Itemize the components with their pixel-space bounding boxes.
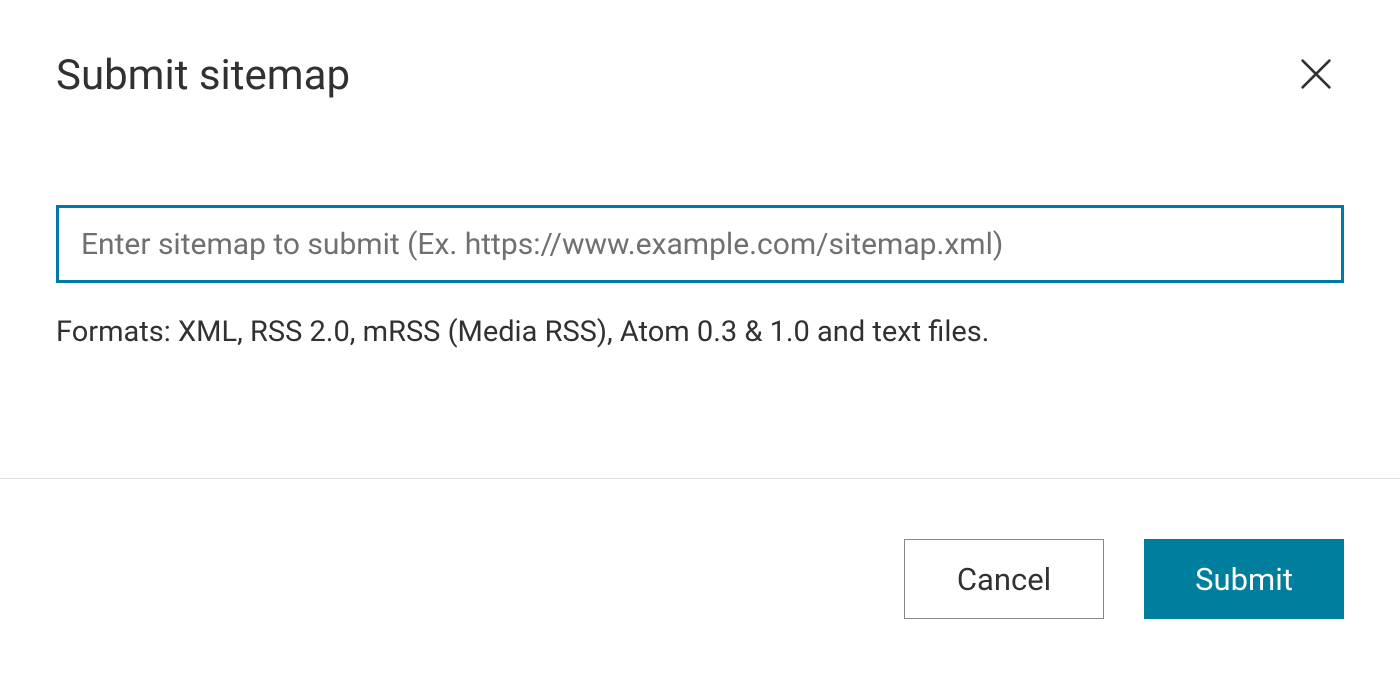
dialog-header: Submit sitemap bbox=[0, 0, 1400, 105]
formats-help-text: Formats: XML, RSS 2.0, mRSS (Media RSS),… bbox=[56, 315, 1344, 349]
sitemap-url-input[interactable] bbox=[56, 205, 1344, 283]
cancel-button[interactable]: Cancel bbox=[904, 539, 1104, 619]
close-icon bbox=[1296, 54, 1336, 97]
submit-sitemap-dialog: Submit sitemap Formats: XML, RSS 2.0, mR… bbox=[0, 0, 1400, 679]
close-button[interactable] bbox=[1288, 46, 1344, 105]
dialog-body: Formats: XML, RSS 2.0, mRSS (Media RSS),… bbox=[0, 105, 1400, 478]
dialog-title: Submit sitemap bbox=[56, 51, 350, 100]
dialog-footer: Cancel Submit bbox=[0, 478, 1400, 679]
submit-button[interactable]: Submit bbox=[1144, 539, 1344, 619]
